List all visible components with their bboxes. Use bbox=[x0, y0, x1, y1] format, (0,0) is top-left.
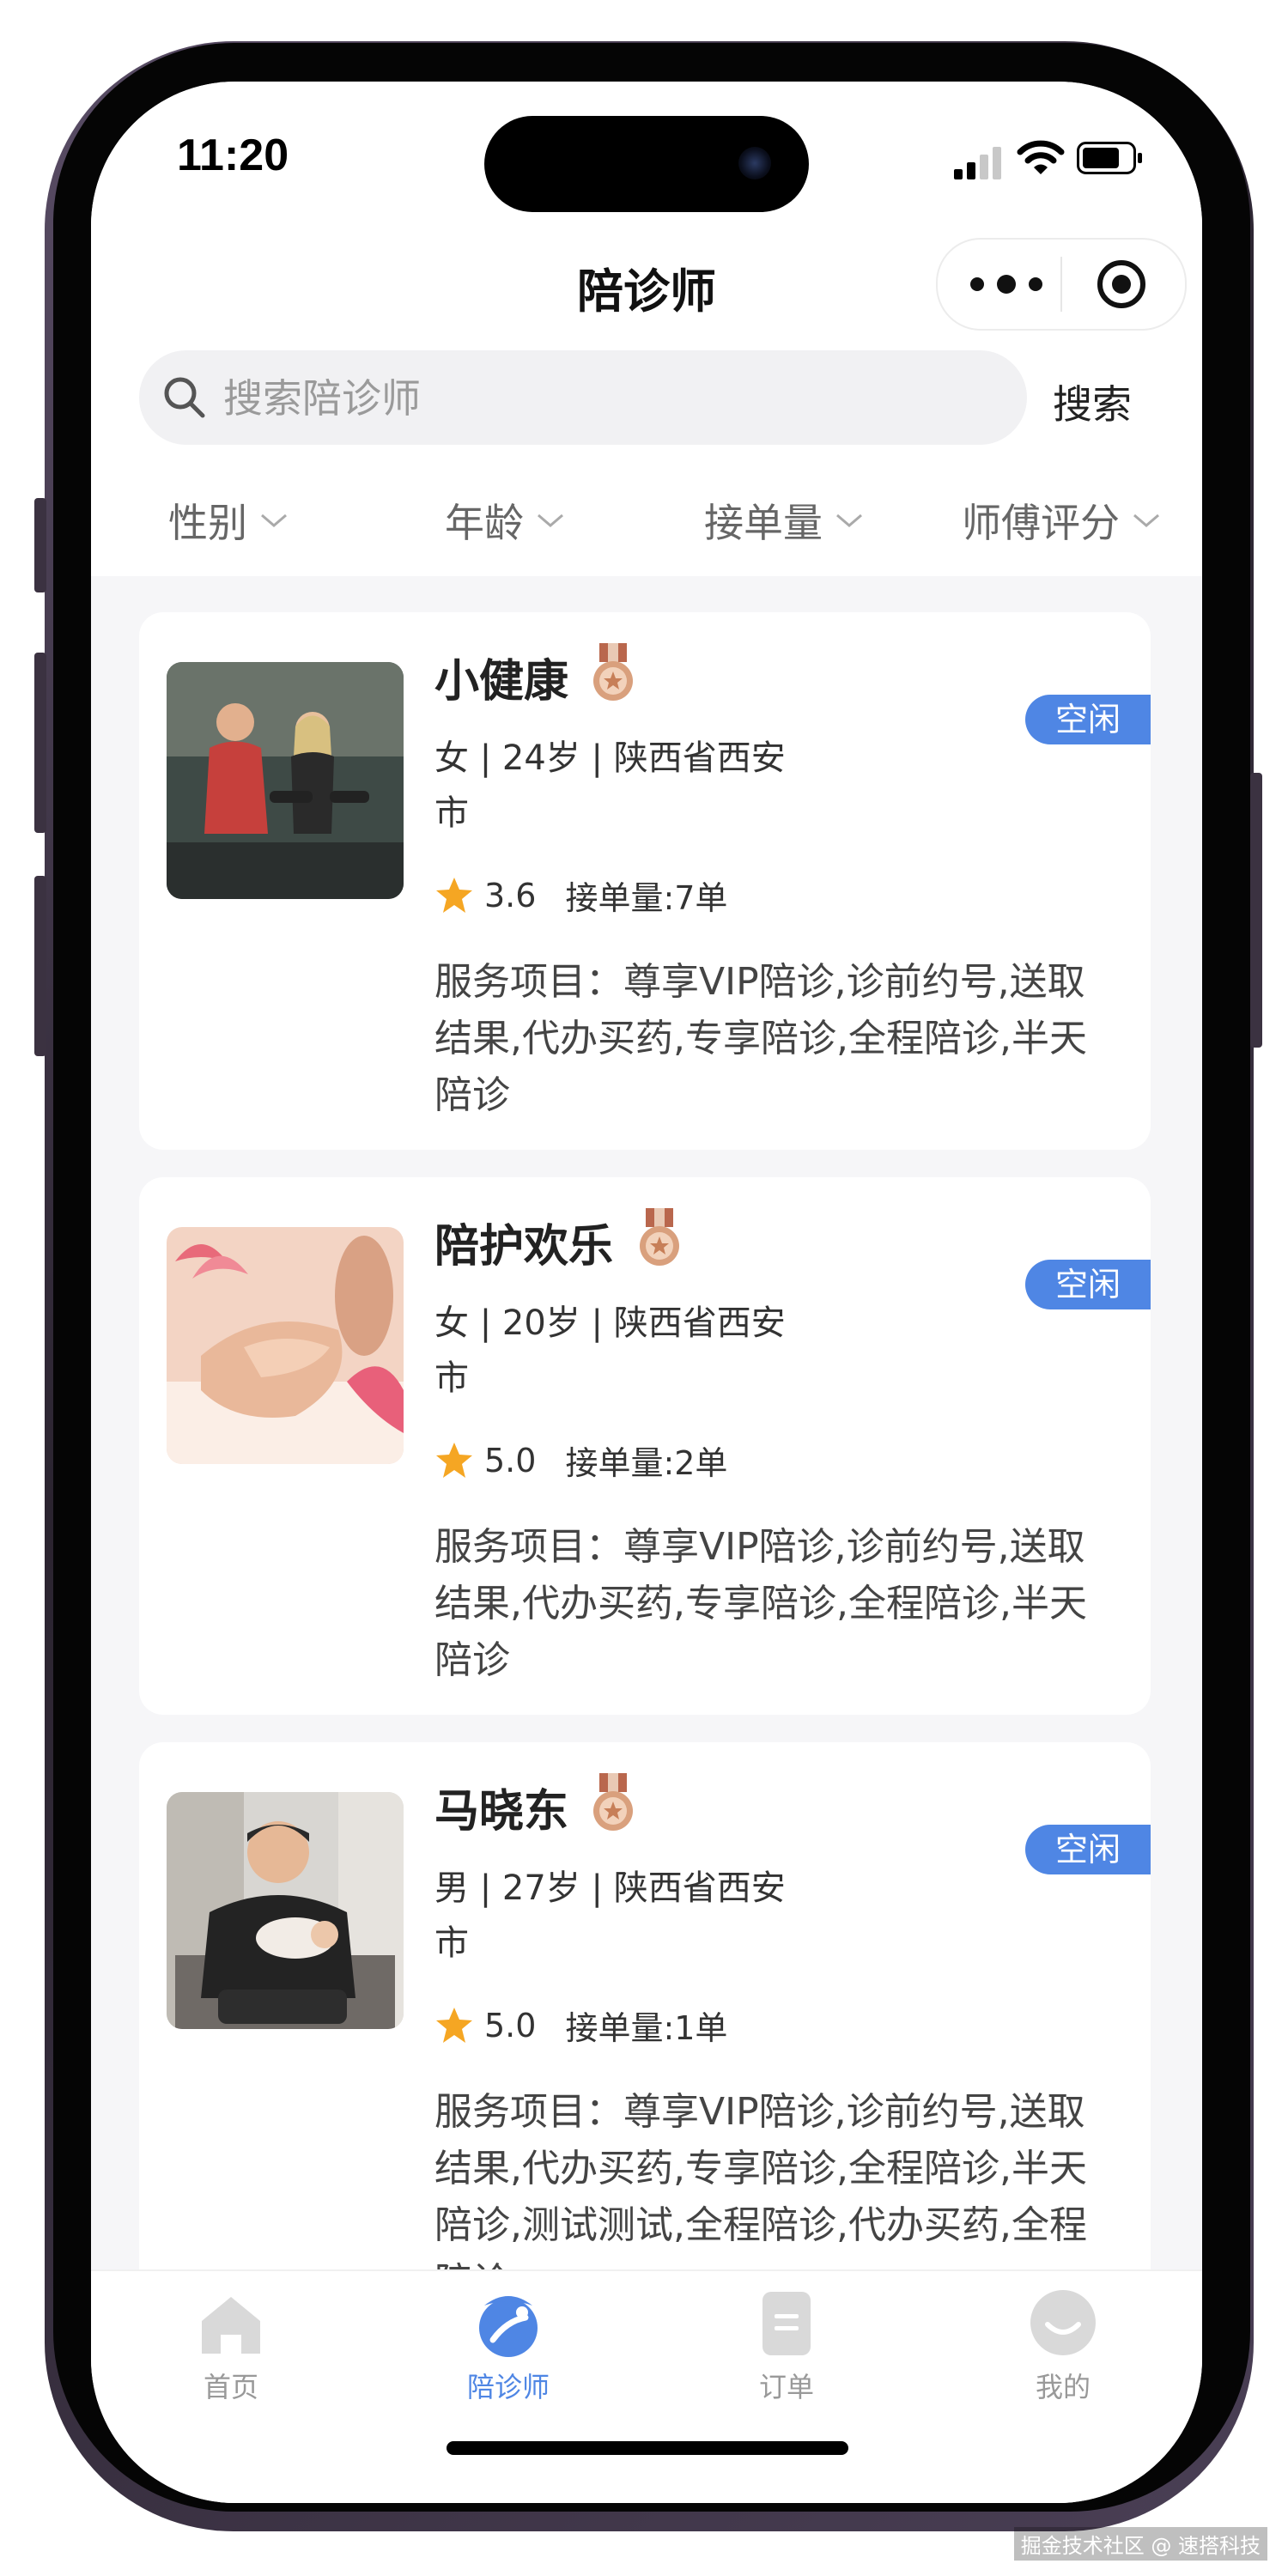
home-indicator[interactable] bbox=[447, 2441, 848, 2455]
medal-icon bbox=[640, 1208, 679, 1266]
tab-escort[interactable]: 陪诊师 bbox=[431, 2287, 586, 2405]
rating-row: 3.6 接单量:7单 bbox=[434, 872, 727, 919]
battery-icon bbox=[1077, 142, 1142, 174]
filter-label: 接单量 bbox=[704, 500, 823, 546]
rating-value: 3.6 bbox=[484, 876, 537, 914]
search-icon bbox=[164, 377, 205, 418]
tab-label: 陪诊师 bbox=[466, 2371, 550, 2403]
avatar bbox=[167, 662, 404, 899]
tab-bar: 首页 陪诊师 订单 我的 bbox=[91, 2269, 1202, 2503]
filter-label: 年龄 bbox=[445, 500, 524, 546]
power-button bbox=[1250, 773, 1262, 1048]
escort-card[interactable]: 马晓东 空闲 男 | 27岁 | 陕西省西安市 5.0 接单量:1单 服务项目：… bbox=[139, 1742, 1151, 2343]
medal-icon bbox=[593, 1773, 633, 1831]
escort-info: 女 | 20岁 | 陕西省西安市 bbox=[434, 1303, 786, 1398]
escort-name: 陪护欢乐 bbox=[434, 1221, 614, 1273]
star-icon bbox=[436, 2007, 472, 2043]
order-count: 接单量:1单 bbox=[565, 2009, 728, 2047]
order-count: 接单量:2单 bbox=[565, 1444, 728, 1482]
volume-up-button bbox=[34, 653, 46, 833]
service-items: 服务项目：尊享VIP陪诊,诊前约号,送取结果,代办买药,专享陪诊,全程陪诊,半天… bbox=[434, 960, 1087, 1117]
status-badge: 空闲 bbox=[1025, 1825, 1151, 1874]
service-items: 服务项目：尊享VIP陪诊,诊前约号,送取结果,代办买药,专享陪诊,全程陪诊,半天… bbox=[434, 1525, 1087, 1682]
search-button[interactable]: 搜索 bbox=[1053, 374, 1132, 430]
rating-value: 5.0 bbox=[484, 2006, 537, 2044]
avatar bbox=[167, 1227, 404, 1464]
order-icon bbox=[762, 2292, 811, 2355]
screen: 11:20 陪诊师 搜索 性别 bbox=[91, 82, 1202, 2503]
avatar bbox=[167, 1792, 404, 2029]
capsule-divider bbox=[1060, 257, 1062, 312]
dynamic-island bbox=[484, 116, 809, 212]
chevron-down-icon bbox=[1133, 513, 1159, 527]
more-icon[interactable] bbox=[963, 274, 1049, 295]
filter-gender[interactable]: 性别 bbox=[168, 492, 289, 549]
mini-program-capsule bbox=[936, 238, 1187, 331]
rating-row: 5.0 接单量:1单 bbox=[434, 2002, 727, 2049]
watermark: 掘金技术社区 @ 速搭科技 bbox=[1013, 2527, 1267, 2561]
chevron-down-icon bbox=[538, 513, 563, 527]
filter-age[interactable]: 年龄 bbox=[445, 492, 565, 549]
escort-name: 小健康 bbox=[434, 656, 569, 708]
close-miniprogram-icon[interactable] bbox=[1096, 258, 1147, 310]
status-badge: 空闲 bbox=[1025, 695, 1151, 744]
tab-label: 首页 bbox=[203, 2371, 258, 2403]
filter-label: 师傅评分 bbox=[962, 500, 1120, 546]
escort-info: 女 | 24岁 | 陕西省西安市 bbox=[434, 738, 786, 833]
search-box bbox=[139, 350, 1027, 445]
chevron-down-icon bbox=[836, 513, 862, 527]
status-badge: 空闲 bbox=[1025, 1260, 1151, 1309]
star-icon bbox=[436, 877, 472, 913]
chevron-down-icon bbox=[261, 513, 287, 527]
tab-home[interactable]: 首页 bbox=[154, 2287, 308, 2405]
escort-name: 马晓东 bbox=[434, 1786, 569, 1838]
escort-icon bbox=[479, 2296, 538, 2357]
signal-icon bbox=[954, 147, 1001, 179]
tab-orders[interactable]: 订单 bbox=[709, 2287, 864, 2405]
filter-orders[interactable]: 接单量 bbox=[704, 492, 864, 549]
volume-down-button bbox=[34, 876, 46, 1056]
escort-info: 男 | 27岁 | 陕西省西安市 bbox=[434, 1868, 786, 1963]
home-icon bbox=[202, 2297, 260, 2354]
tab-profile[interactable]: 我的 bbox=[986, 2287, 1140, 2405]
search-input[interactable] bbox=[222, 369, 998, 428]
tab-label: 订单 bbox=[758, 2371, 814, 2403]
wifi-icon bbox=[1017, 140, 1065, 174]
camera-icon bbox=[738, 147, 771, 179]
filter-label: 性别 bbox=[168, 500, 247, 546]
tab-label: 我的 bbox=[1035, 2371, 1091, 2403]
rating-row: 5.0 接单量:2单 bbox=[434, 1437, 727, 1484]
escort-card[interactable]: 小健康 空闲 女 | 24岁 | 陕西省西安市 3.6 接单量:7单 服务项目：… bbox=[139, 612, 1151, 1150]
profile-icon bbox=[1030, 2290, 1096, 2355]
rating-value: 5.0 bbox=[484, 1441, 537, 1479]
action-button bbox=[34, 498, 46, 592]
filter-rating[interactable]: 师傅评分 bbox=[962, 492, 1161, 549]
escort-card[interactable]: 陪护欢乐 空闲 女 | 20岁 | 陕西省西安市 5.0 接单量:2单 服务项目… bbox=[139, 1177, 1151, 1715]
medal-icon bbox=[593, 643, 633, 701]
order-count: 接单量:7单 bbox=[565, 879, 728, 917]
status-time: 11:20 bbox=[177, 131, 289, 180]
star-icon bbox=[436, 1442, 472, 1478]
